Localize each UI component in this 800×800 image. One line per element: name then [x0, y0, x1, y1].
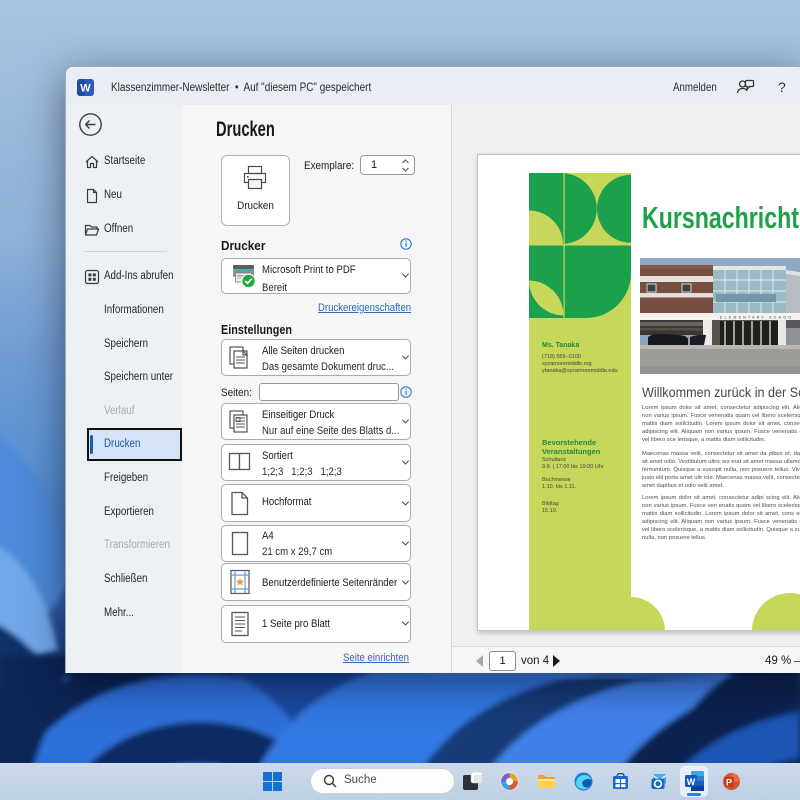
- svg-text:Kursnachrichten: Kursnachrichten: [642, 200, 800, 235]
- svg-text:ELEMENTARY SCHOO: ELEMENTARY SCHOO: [720, 316, 793, 320]
- svg-text:W: W: [80, 83, 91, 95]
- svg-text:P: P: [726, 777, 732, 787]
- svg-text:W: W: [687, 777, 696, 787]
